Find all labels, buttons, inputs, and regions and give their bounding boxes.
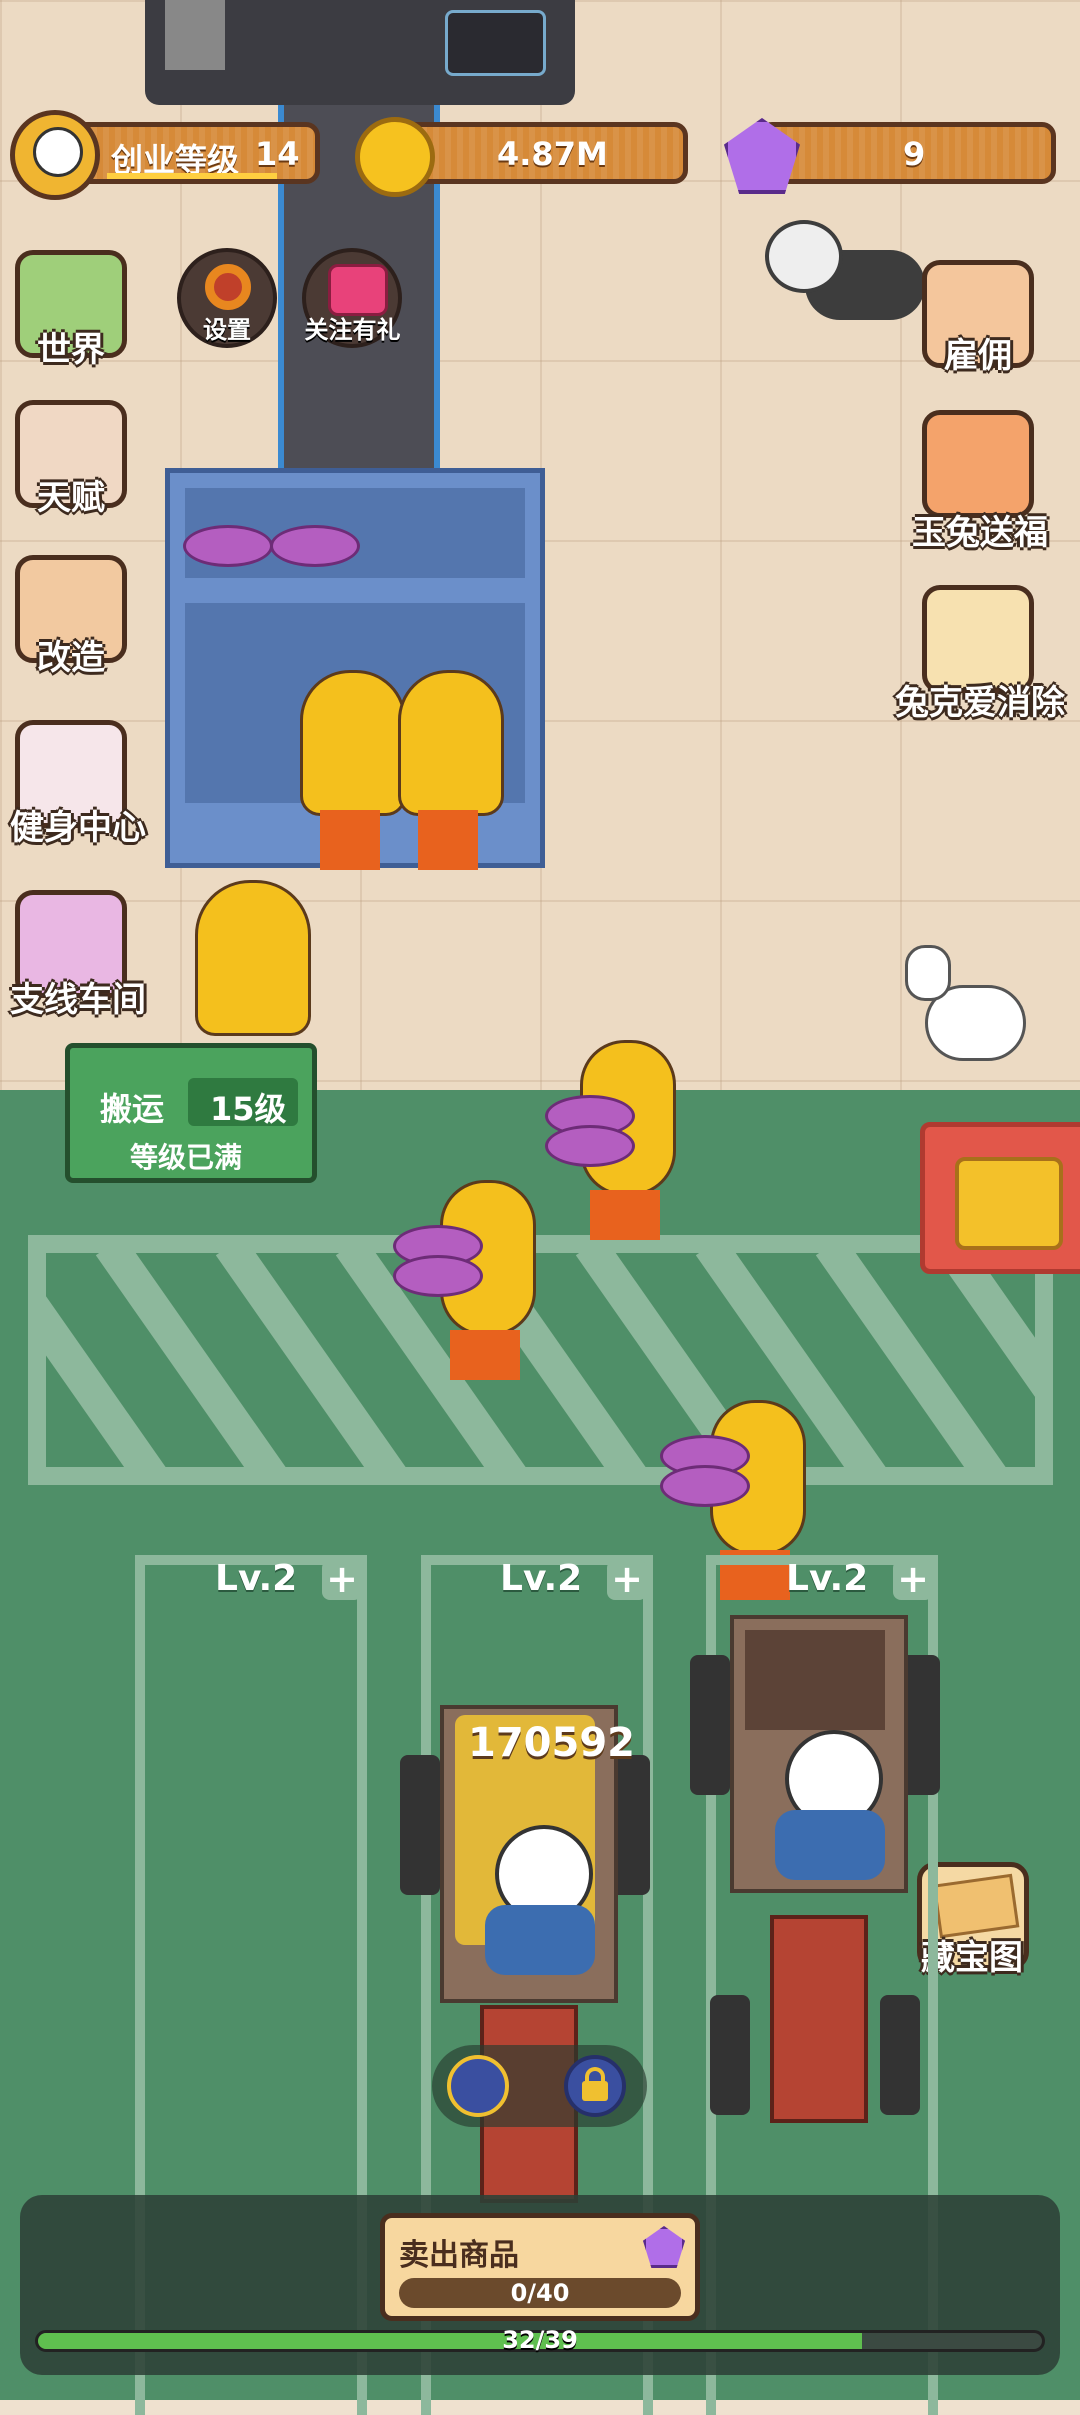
coin-counter[interactable]: 4.87M bbox=[392, 122, 688, 184]
lane-1-upgrade-button[interactable]: + bbox=[322, 1560, 362, 1600]
coin-icon bbox=[355, 117, 435, 197]
gem-icon bbox=[643, 2226, 685, 2268]
gift-icon bbox=[328, 264, 388, 316]
worker-duck bbox=[185, 840, 315, 1040]
level-value: 14 bbox=[255, 135, 300, 173]
settings-label: 设置 bbox=[203, 316, 251, 344]
gem-counter[interactable]: 9 bbox=[758, 122, 1056, 184]
carry-status: 等级已满 bbox=[130, 1141, 243, 1174]
gift-box bbox=[183, 525, 273, 567]
rabbit-match-label: 兔克爱消除 bbox=[895, 683, 1065, 723]
gear-icon bbox=[205, 264, 251, 310]
carry-title: 搬运 bbox=[100, 1090, 165, 1128]
sell-goods-panel[interactable]: 卖出商品 0/40 bbox=[380, 2213, 700, 2321]
gift-box bbox=[393, 1255, 483, 1297]
driver-rabbit bbox=[485, 1825, 595, 1975]
follow-gift-label: 关注有礼 bbox=[304, 316, 401, 344]
worker-duck bbox=[300, 620, 406, 880]
stage-progress-text: 32/39 bbox=[502, 2326, 578, 2354]
truck-icon[interactable] bbox=[447, 2055, 509, 2117]
player-avatar[interactable] bbox=[10, 110, 100, 200]
gift-box bbox=[660, 1465, 750, 1507]
business-level-bar[interactable]: 创业等级 14 bbox=[62, 122, 320, 184]
sell-goods-title: 卖出商品 bbox=[399, 2238, 519, 2273]
treasure-chest-button[interactable] bbox=[920, 1122, 1080, 1274]
level-progress bbox=[107, 173, 277, 179]
carry-panel[interactable]: 搬运 15级 等级已满 bbox=[65, 1043, 317, 1183]
sell-progress-text: 0/40 bbox=[510, 2279, 570, 2307]
renovate-label: 改造 bbox=[37, 638, 105, 678]
packing-machine[interactable] bbox=[145, 0, 575, 105]
husky-dog[interactable] bbox=[765, 210, 925, 340]
carry-level: 15级 bbox=[210, 1090, 287, 1128]
jade-rabbit-blessing-button[interactable] bbox=[922, 410, 1034, 518]
lane-3-upgrade-button[interactable]: + bbox=[893, 1560, 933, 1600]
lane-1-level: Lv.2 bbox=[215, 1558, 298, 1599]
worker-duck bbox=[398, 620, 504, 880]
hire-label: 雇佣 bbox=[944, 336, 1012, 376]
gym-label: 健身中心 bbox=[10, 808, 146, 848]
gift-box bbox=[270, 525, 360, 567]
treasure-chest-icon bbox=[955, 1157, 1063, 1250]
coin-amount: 4.87M bbox=[497, 135, 608, 173]
talent-label: 天赋 bbox=[37, 478, 105, 518]
truck-cargo-value: 170592 bbox=[468, 1720, 635, 1766]
goose[interactable] bbox=[895, 945, 1026, 1080]
lock-icon[interactable] bbox=[564, 2055, 626, 2117]
lane-2-upgrade-button[interactable]: + bbox=[607, 1560, 647, 1600]
driver-rabbit bbox=[775, 1730, 885, 1880]
gem-amount: 9 bbox=[903, 135, 926, 173]
world-label: 世界 bbox=[37, 330, 105, 370]
branch-workshop-label: 支线车间 bbox=[10, 980, 146, 1020]
jade-rabbit-blessing-label: 玉兔送福 bbox=[912, 513, 1048, 553]
lane-2-level: Lv.2 bbox=[500, 1558, 583, 1599]
gift-box bbox=[545, 1125, 635, 1167]
map-icon bbox=[932, 1873, 1020, 1939]
lane-3-level: Lv.2 bbox=[786, 1558, 869, 1599]
